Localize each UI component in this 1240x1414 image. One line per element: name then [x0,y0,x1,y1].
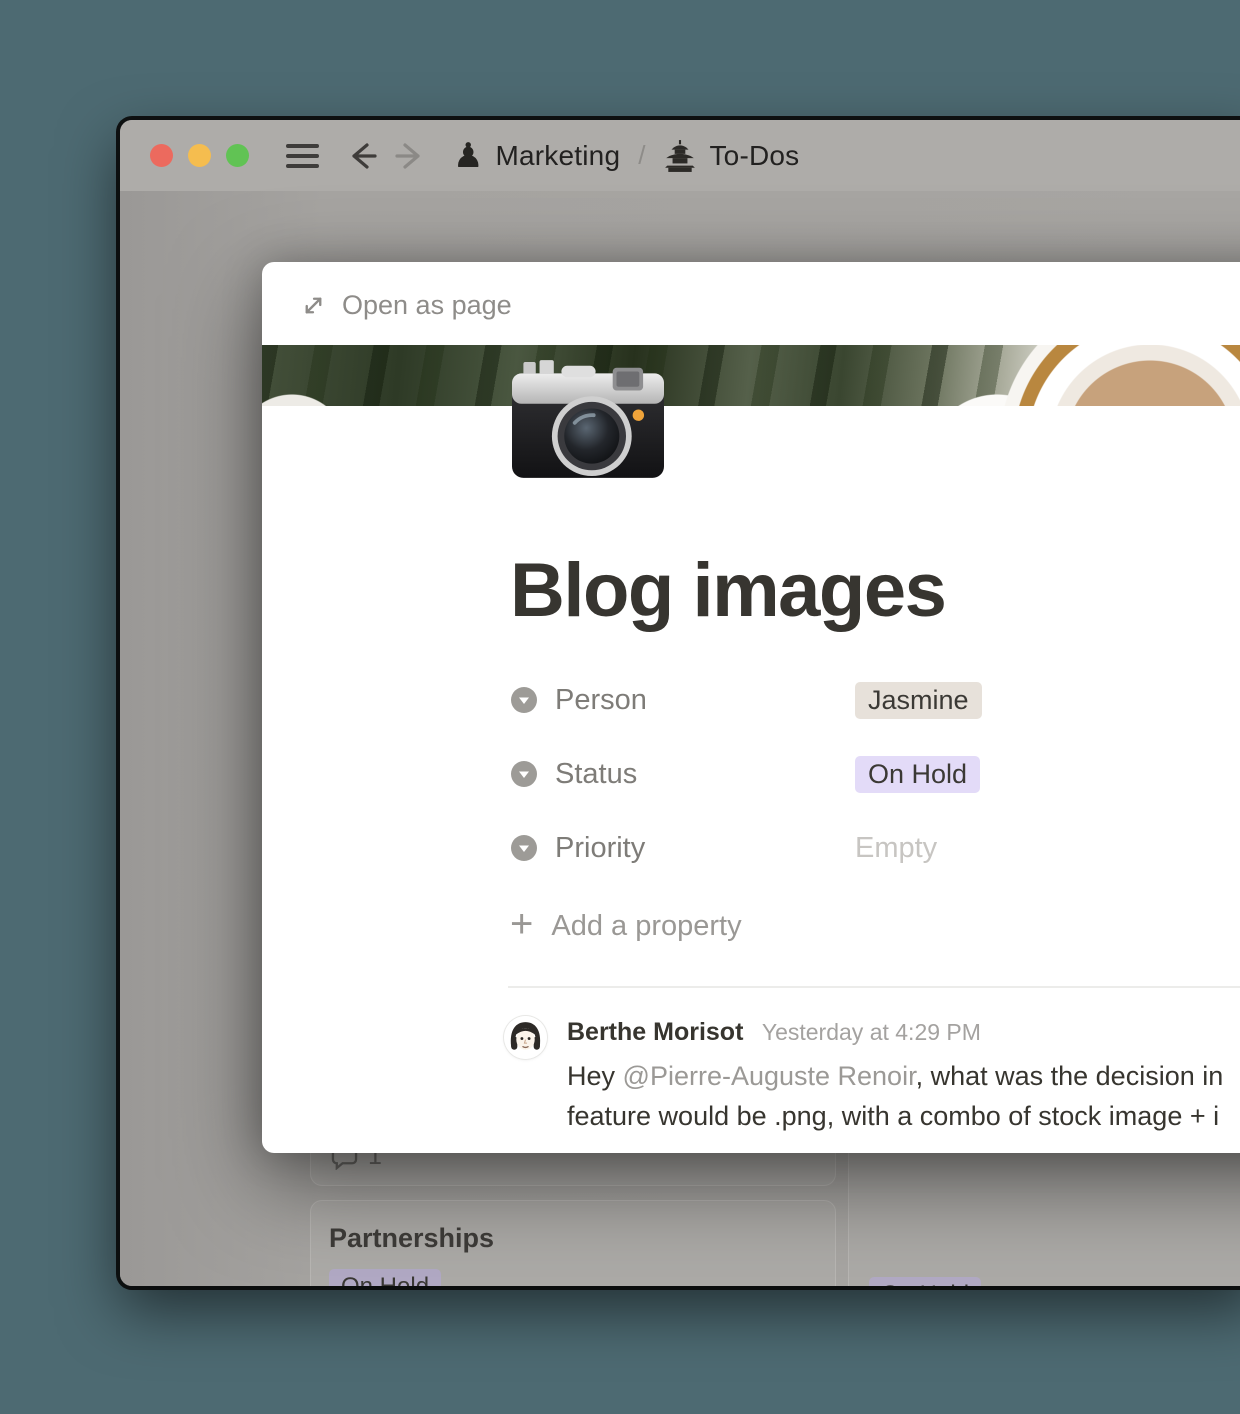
comment-text-prefix: Hey [567,1061,623,1091]
status-property-icon [510,760,538,788]
arrow-left-icon [345,139,379,173]
card-title: Partnerships [329,1223,494,1254]
add-property-label: Add a property [551,910,741,943]
forward-button[interactable] [393,139,427,173]
page-peek-modal: Open as page [262,262,1240,1153]
status-badge: On Hold [329,1269,441,1286]
property-list: Person Jasmine Status On Hold [510,682,982,904]
status-value-tag[interactable]: On Hold [855,756,980,793]
breadcrumb: ♟ Marketing / To-Dos [453,139,799,173]
person-property-icon [510,686,538,714]
person-value-tag[interactable]: Jasmine [855,682,982,719]
comment-line-2: feature would be .png, with a combo of s… [567,1096,1223,1136]
expand-icon [300,292,327,319]
back-button[interactable] [345,139,379,173]
property-row-priority[interactable]: Priority Empty [510,830,982,866]
comment-text-suffix: , what was the decision in [916,1061,1224,1091]
user-mention[interactable]: @Pierre-Auguste Renoir [623,1061,916,1091]
breadcrumb-item-marketing[interactable]: Marketing [495,140,620,172]
open-as-page-button[interactable]: Open as page [300,290,512,321]
app-window: ♟ Marketing / To-Dos [120,120,1240,1286]
japanese-castle-icon [663,139,697,173]
comment-timestamp: Yesterday at 4:29 PM [762,1019,981,1045]
open-as-page-label: Open as page [342,290,512,321]
zoom-window-button[interactable] [226,144,249,167]
comment-text[interactable]: Hey @Pierre-Auguste Renoir, what was the… [567,1056,1223,1136]
page-title[interactable]: Blog images [510,547,945,634]
property-row-status[interactable]: Status On Hold [510,756,982,792]
breadcrumb-separator: / [638,140,645,171]
comment-line-1: Hey @Pierre-Auguste Renoir, what was the… [567,1056,1223,1096]
camera-page-icon[interactable] [512,360,664,483]
desktop: ♟ Marketing / To-Dos [0,0,1240,1414]
arrow-right-icon [393,139,427,173]
status-badge: On Hold [869,1277,981,1286]
avatar[interactable] [504,1016,547,1059]
chess-pawn-icon: ♟ [453,139,483,173]
add-property-button[interactable]: + Add a property [510,908,742,944]
priority-empty-value[interactable]: Empty [855,832,937,865]
section-divider [508,986,1240,988]
minimize-window-button[interactable] [188,144,211,167]
titlebar: ♟ Marketing / To-Dos [120,120,1240,191]
page-cover-image[interactable] [262,345,1240,406]
property-label: Status [555,758,855,791]
sidebar-menu-icon[interactable] [286,144,319,168]
comment-author[interactable]: Berthe Morisot [567,1018,743,1046]
board-card-partnerships[interactable]: Partnerships On Hold [310,1200,836,1286]
plus-icon: + [510,904,533,944]
priority-property-icon [510,834,538,862]
property-label: Priority [555,832,855,865]
close-window-button[interactable] [150,144,173,167]
breadcrumb-item-todos[interactable]: To-Dos [709,140,799,172]
property-label: Person [555,684,855,717]
property-row-person[interactable]: Person Jasmine [510,682,982,718]
